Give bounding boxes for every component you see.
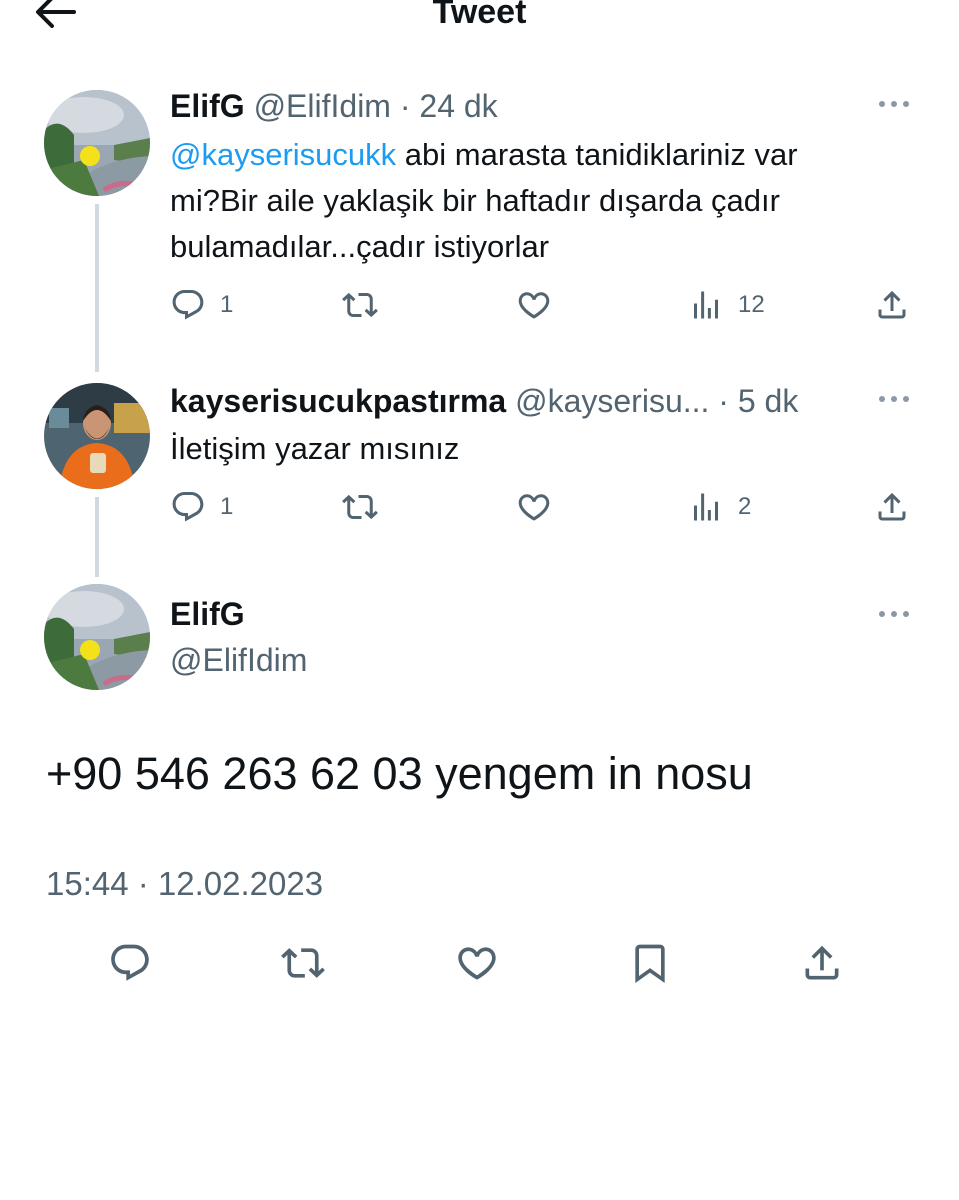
page-title: Tweet bbox=[432, 0, 527, 31]
like-button[interactable] bbox=[516, 489, 552, 525]
avatar-image bbox=[44, 584, 150, 690]
tweet-text: @kayserisucukk abi marasta tanidiklarini… bbox=[170, 132, 930, 270]
thread-line bbox=[95, 204, 99, 372]
tweet-text-line: mi?Bir aile yaklaşik bir haftadır dışard… bbox=[170, 183, 780, 218]
retweet-button[interactable] bbox=[342, 287, 378, 323]
share-icon bbox=[800, 941, 844, 985]
views-button[interactable]: 2 bbox=[688, 489, 751, 525]
share-icon bbox=[874, 489, 910, 525]
tweet-text: +90 546 263 62 03 yengem in nosu bbox=[46, 748, 753, 799]
share-button[interactable] bbox=[874, 287, 910, 323]
avatar-image bbox=[44, 90, 150, 196]
views-button[interactable]: 12 bbox=[688, 287, 765, 323]
timestamp[interactable]: 15:44 · 12.02.2023 bbox=[46, 864, 323, 904]
reply-button[interactable] bbox=[108, 941, 152, 985]
share-button[interactable] bbox=[800, 941, 844, 985]
reply-count: 1 bbox=[220, 291, 234, 318]
retweet-icon bbox=[342, 287, 378, 323]
thread-line bbox=[95, 497, 99, 577]
handle[interactable]: @kayserisu... bbox=[515, 383, 709, 419]
tweet-time[interactable]: · 5 dk bbox=[718, 383, 798, 419]
reply-icon bbox=[108, 941, 152, 985]
avatar[interactable] bbox=[44, 584, 150, 690]
like-button[interactable] bbox=[455, 941, 499, 985]
views-count: 2 bbox=[738, 493, 752, 520]
avatar-image bbox=[44, 383, 150, 489]
mention-link[interactable]: @kayserisucukk bbox=[170, 137, 396, 172]
display-name[interactable]: ElifG bbox=[170, 88, 245, 124]
views-count: 12 bbox=[738, 291, 765, 318]
more-button[interactable] bbox=[876, 608, 912, 620]
more-icon bbox=[876, 393, 912, 405]
bookmark-button[interactable] bbox=[628, 941, 672, 985]
avatar[interactable] bbox=[44, 383, 150, 489]
reply-count: 1 bbox=[220, 493, 234, 520]
more-icon bbox=[876, 98, 912, 110]
handle[interactable]: @ElifIdim bbox=[170, 640, 307, 680]
like-icon bbox=[455, 941, 499, 985]
retweet-icon bbox=[342, 489, 378, 525]
reply-icon bbox=[170, 489, 206, 525]
reply-icon bbox=[170, 287, 206, 323]
views-icon bbox=[688, 489, 724, 525]
tweet-text-line: bulamadılar...çadır istiyorlar bbox=[170, 229, 550, 264]
handle[interactable]: @ElifIdim bbox=[254, 88, 391, 124]
tweet-time[interactable]: · 24 dk bbox=[400, 88, 498, 124]
reply-button[interactable]: 1 bbox=[170, 287, 233, 323]
bookmark-icon bbox=[628, 941, 672, 985]
display-name-text: ElifG bbox=[170, 596, 245, 632]
tweet-text-line: abi marasta tanidiklariniz var bbox=[396, 137, 798, 172]
tweet-header: kayserisucukpastırma @kayserisu... · 5 d… bbox=[170, 381, 798, 421]
like-icon bbox=[516, 287, 552, 323]
reply-button[interactable]: 1 bbox=[170, 489, 233, 525]
display-name[interactable]: kayserisucukpastırma bbox=[170, 383, 506, 419]
share-icon bbox=[874, 287, 910, 323]
views-icon bbox=[688, 287, 724, 323]
more-button[interactable] bbox=[876, 393, 912, 405]
more-button[interactable] bbox=[876, 98, 912, 110]
tweet-text: İletişim yazar mısınız bbox=[170, 431, 460, 466]
share-button[interactable] bbox=[874, 489, 910, 525]
tweet-header: ElifG @ElifIdim · 24 dk bbox=[170, 86, 498, 126]
display-name[interactable]: ElifG bbox=[170, 594, 245, 634]
retweet-icon bbox=[281, 941, 325, 985]
avatar[interactable] bbox=[44, 90, 150, 196]
more-icon bbox=[876, 608, 912, 620]
retweet-button[interactable] bbox=[281, 941, 325, 985]
like-icon bbox=[516, 489, 552, 525]
like-button[interactable] bbox=[516, 287, 552, 323]
retweet-button[interactable] bbox=[342, 489, 378, 525]
